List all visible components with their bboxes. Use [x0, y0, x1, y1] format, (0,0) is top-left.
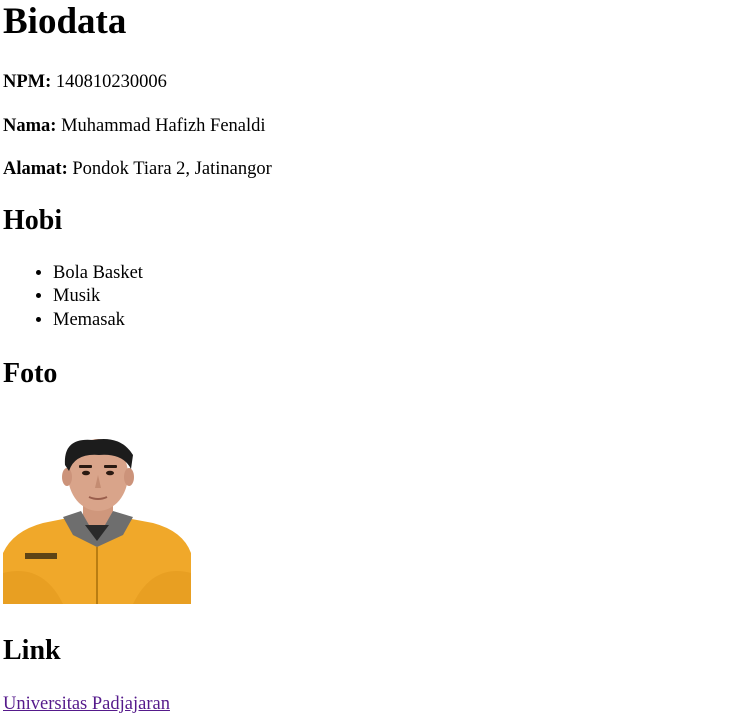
link-heading: Link: [3, 635, 61, 666]
page-title: Biodata: [3, 1, 127, 42]
hobi-item: Memasak: [53, 309, 143, 332]
hobi-item: Bola Basket: [53, 262, 143, 285]
alamat-label: Alamat:: [3, 159, 68, 179]
nama-value: Muhammad Hafizh Fenaldi: [61, 116, 266, 136]
hobi-item: Musik: [53, 285, 143, 308]
nama-row: Nama: Muhammad Hafizh Fenaldi: [3, 114, 266, 138]
foto-heading: Foto: [3, 358, 58, 389]
npm-row: NPM: 140810230006: [3, 70, 167, 94]
alamat-value: Pondok Tiara 2, Jatinangor: [72, 159, 272, 179]
alamat-row: Alamat: Pondok Tiara 2, Jatinangor: [3, 157, 272, 181]
hobi-heading: Hobi: [3, 205, 63, 236]
nama-label: Nama:: [3, 116, 57, 136]
universitas-padjajaran-link[interactable]: Universitas Padjajaran: [3, 692, 170, 716]
npm-label: NPM:: [3, 72, 52, 92]
npm-value: 140810230006: [55, 72, 167, 92]
hobi-list: Bola Basket Musik Memasak: [3, 262, 143, 332]
profile-photo: [3, 413, 191, 604]
